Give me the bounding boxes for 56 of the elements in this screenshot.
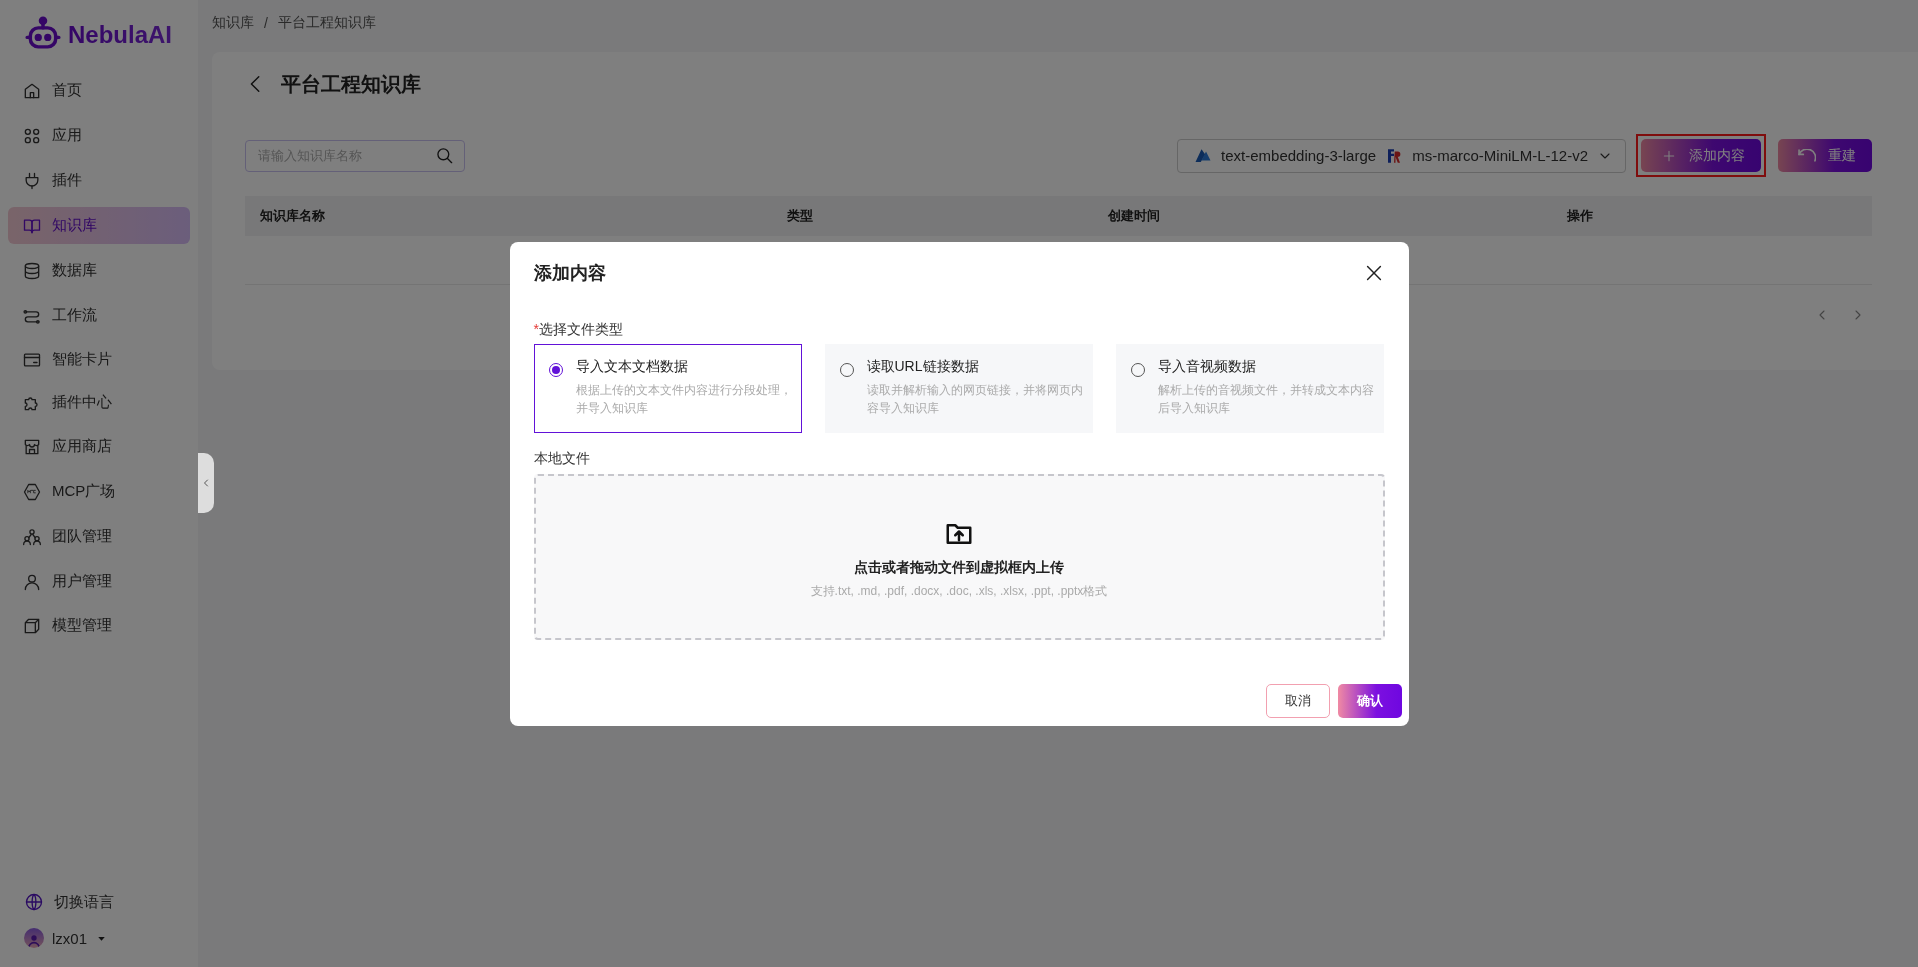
cancel-button[interactable]: 取消	[1265, 683, 1330, 718]
nav-item[interactable]: 首页	[8, 72, 190, 109]
upload-text: 点击或者拖动文件到虚拟框内上传	[854, 559, 1064, 577]
file-type-option[interactable]: 读取URL链接数据 读取并解析输入的网页链接，并将网页内容导入知识库	[824, 343, 1093, 433]
language-link[interactable]: 切换语言	[54, 892, 114, 912]
dialog-title: 添加内容	[533, 261, 606, 285]
page-title: 平台工程知识库	[281, 71, 421, 97]
team-icon	[22, 526, 42, 547]
nav-item[interactable]: 插件中心	[8, 384, 190, 421]
nav-item[interactable]: 应用	[8, 117, 190, 154]
column-header: 创建时间	[1108, 207, 1161, 225]
mcp-icon	[22, 481, 42, 502]
collapse-handle[interactable]	[198, 453, 214, 513]
required-mark: *	[533, 320, 539, 339]
option-description: 解析上传的音视频文件，并转成文本内容后导入知识库	[1157, 382, 1375, 416]
globe-icon[interactable]	[24, 892, 44, 912]
option-description: 根据上传的文本文件内容进行分段处理，并导入知识库	[575, 382, 793, 416]
nav-item[interactable]: 知识库	[8, 207, 190, 244]
person-icon	[26, 932, 42, 948]
nav-item[interactable]: 应用商店	[8, 428, 190, 465]
undo-icon	[1798, 149, 1816, 162]
breadcrumb-item[interactable]: 知识库	[212, 14, 254, 32]
option-title: 读取URL链接数据	[866, 357, 980, 376]
model-name: ms-marco-MiniLM-L-12-v2	[1412, 147, 1588, 164]
nav-item[interactable]: 团队管理	[8, 518, 190, 555]
breadcrumb-item: 平台工程知识库	[277, 14, 376, 32]
option-description: 读取并解析输入的网页链接，并将网页内容导入知识库	[866, 382, 1084, 416]
column-header: 类型	[787, 207, 814, 225]
column-header: 知识库名称	[260, 207, 326, 225]
user-name[interactable]: lzx01	[52, 929, 88, 947]
triangle-logo-icon	[1194, 146, 1213, 165]
nav-item[interactable]: 数据库	[8, 252, 190, 289]
nav-item[interactable]: 用户管理	[8, 563, 190, 600]
nav-item[interactable]: 模型管理	[8, 607, 190, 644]
column-header: 操作	[1567, 207, 1594, 225]
breadcrumb-separator: /	[264, 15, 268, 31]
rebuild-button[interactable]: 重建	[1778, 139, 1872, 172]
database-icon	[22, 260, 42, 281]
file-type-option[interactable]: 导入文本文档数据 根据上传的文本文件内容进行分段处理，并导入知识库	[533, 343, 802, 433]
search-icon[interactable]	[435, 145, 455, 166]
nav-item[interactable]: 插件	[8, 162, 190, 199]
nav-item[interactable]: 工作流	[8, 297, 190, 334]
upload-dropzone[interactable]: 点击或者拖动文件到虚拟框内上传 支持.txt, .md, .pdf, .docx, .doc, .xls, .xlsx, .ppt, .pptx格式	[533, 473, 1385, 640]
model-name: text-embedding-3-large	[1221, 147, 1377, 164]
option-title: 导入音视频数据	[1157, 357, 1257, 376]
add-content-button[interactable]: 添加内容	[1641, 139, 1761, 172]
confirm-button[interactable]: 确认	[1337, 683, 1402, 718]
upload-hint: 支持.txt, .md, .pdf, .docx, .doc, .xls, .xlsx, .ppt, .pptx格式	[810, 583, 1108, 600]
field-label: 选择文件类型	[538, 320, 623, 339]
file-type-option[interactable]: 导入音视频数据 解析上传的音视频文件，并转成文本内容后导入知识库	[1115, 343, 1384, 433]
option-title: 导入文本文档数据	[575, 357, 689, 376]
nav-item[interactable]: 智能卡片	[8, 341, 190, 378]
model-select[interactable]: text-embedding-3-large ms-marco-MiniLM-L-12-v2	[1177, 138, 1626, 173]
field-label: 本地文件	[533, 449, 591, 468]
nav-item[interactable]: MCP广场	[8, 473, 190, 510]
user-avatar[interactable]	[24, 928, 44, 948]
